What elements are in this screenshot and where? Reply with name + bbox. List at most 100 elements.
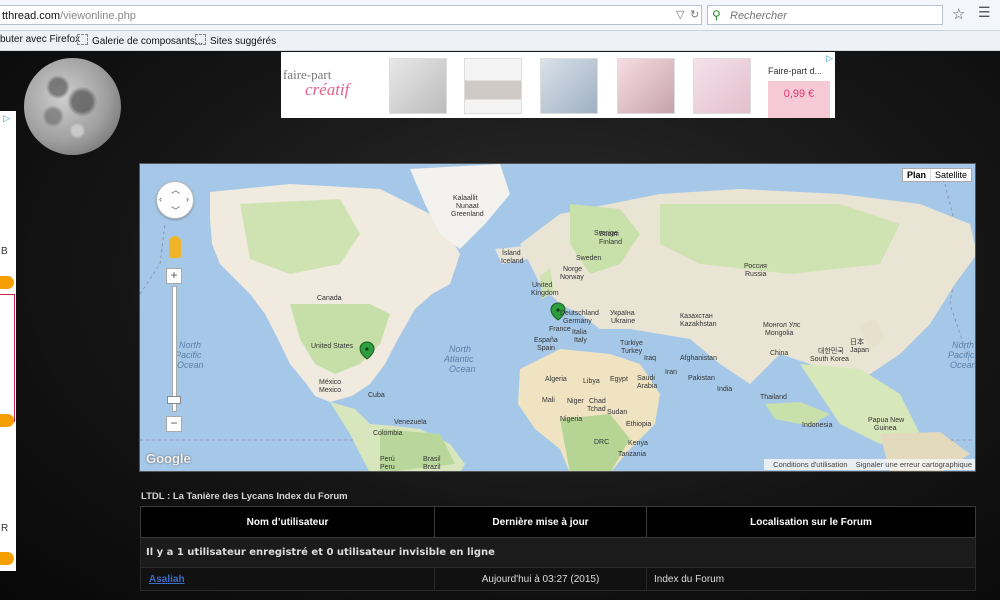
map-label: Thailand bbox=[760, 394, 787, 401]
map-label: Egypt bbox=[610, 376, 628, 383]
map-label: Turkey bbox=[621, 348, 643, 355]
map-label: Italy bbox=[574, 337, 587, 344]
left-ad-banner[interactable]: ▷ B R bbox=[0, 111, 16, 571]
map-label: España bbox=[534, 337, 558, 344]
map-label: Kenya bbox=[628, 440, 648, 447]
map-label: Venezuela bbox=[394, 419, 427, 426]
ad-thumbnail[interactable] bbox=[464, 58, 522, 114]
map-label: Libya bbox=[583, 378, 600, 385]
street-view-pegman-icon[interactable] bbox=[169, 236, 181, 258]
google-logo: Google bbox=[146, 451, 191, 466]
ad-thumbnail[interactable] bbox=[540, 58, 598, 114]
map-label: Mali bbox=[542, 397, 555, 404]
map-label: Cuba bbox=[368, 392, 385, 399]
last-update-cell: Aujourd'hui à 03:27 (2015) bbox=[434, 567, 647, 591]
ocean-label: North bbox=[449, 344, 471, 354]
chevron-up-icon[interactable]: ︿ bbox=[171, 183, 180, 196]
map-type-plan-button[interactable]: Plan bbox=[903, 169, 931, 181]
search-field[interactable]: ⚲ bbox=[707, 5, 943, 25]
map-label: Niger bbox=[567, 398, 584, 405]
menu-icon[interactable]: ☰ bbox=[978, 4, 991, 21]
bookmark-star-icon[interactable]: ☆ bbox=[952, 5, 965, 23]
map-label: Norge bbox=[563, 266, 582, 273]
map-label: Nigeria bbox=[560, 416, 582, 423]
map-label: Perú bbox=[380, 456, 395, 463]
search-input[interactable] bbox=[728, 7, 942, 25]
bookmark-folder-icon bbox=[195, 34, 206, 45]
map-label: Iraq bbox=[644, 355, 656, 362]
chevron-left-icon[interactable]: ‹ bbox=[159, 194, 162, 204]
map-type-satellite-button[interactable]: Satellite bbox=[931, 169, 971, 181]
zoom-track[interactable] bbox=[172, 286, 177, 412]
map-label: Türkiye bbox=[620, 340, 643, 347]
ad-logo-line2: créatif bbox=[305, 80, 350, 99]
user-link[interactable]: Asaliah bbox=[142, 574, 185, 585]
map-terms-link[interactable]: Conditions d'utilisation bbox=[773, 460, 847, 469]
zoom-in-button[interactable]: + bbox=[166, 268, 182, 284]
ocean-label: North bbox=[179, 340, 201, 350]
map-label: México bbox=[319, 379, 341, 386]
map-label: India bbox=[717, 386, 732, 393]
map-footer: Conditions d'utilisation Signaler une er… bbox=[764, 459, 975, 470]
map-label: Монгол Улс bbox=[763, 322, 801, 329]
bookmark-folder-icon bbox=[77, 34, 88, 45]
column-header-username: Nom d’utilisateur bbox=[140, 506, 435, 538]
ad-choices-icon[interactable]: ▷ bbox=[3, 113, 10, 124]
top-ad-banner[interactable]: faire-part créatif Faire-part d... 0,99 … bbox=[281, 52, 835, 118]
bookmark-sites[interactable]: Sites suggérés bbox=[195, 34, 276, 47]
ocean-label: North bbox=[952, 340, 974, 350]
map-label: Kalaallit bbox=[453, 195, 478, 202]
ocean-label: Ocean bbox=[950, 360, 976, 370]
map-label: Nunaat bbox=[456, 203, 479, 210]
map-label: South Korea bbox=[810, 356, 849, 363]
reload-icon[interactable]: ↻ bbox=[690, 5, 699, 25]
online-summary: Il y a 1 utilisateur enregistré et 0 uti… bbox=[140, 537, 976, 568]
left-ad-button[interactable] bbox=[0, 414, 14, 427]
map-label: Russia bbox=[745, 271, 767, 278]
zoom-slider[interactable]: + − bbox=[166, 268, 182, 434]
world-map[interactable]: Kalaallit Nunaat Greenland Sverige Suomi… bbox=[139, 163, 976, 472]
bookmark-label: Sites suggérés bbox=[210, 36, 277, 47]
ad-last-title: Faire-part d... bbox=[768, 66, 823, 76]
table-row: Asaliah Aujourd'hui à 03:27 (2015) Index… bbox=[140, 567, 976, 591]
zoom-handle[interactable] bbox=[167, 396, 181, 404]
map-label: Brasil bbox=[423, 456, 441, 463]
ad-choices-icon[interactable]: ▷ bbox=[826, 53, 833, 64]
left-ad-button[interactable] bbox=[0, 276, 14, 289]
map-label: Ukraine bbox=[611, 318, 635, 325]
map-label: Suomi bbox=[599, 231, 619, 238]
left-ad-text: B bbox=[1, 246, 8, 257]
dropdown-arrow-icon[interactable]: ▽ bbox=[676, 5, 684, 25]
map-label: Greenland bbox=[451, 211, 484, 218]
map-label: Pakistan bbox=[688, 375, 715, 382]
bookmark-getting-started[interactable]: buter avec Firefox bbox=[0, 34, 80, 45]
map-type-control: Plan Satellite bbox=[901, 168, 972, 182]
map-label: United bbox=[532, 282, 552, 289]
map-report-error-link[interactable]: Signaler une erreur cartographique bbox=[856, 460, 972, 469]
ocean-label: Ocean bbox=[449, 364, 476, 374]
breadcrumb[interactable]: LTDL : La Tanière des Lycans Index du Fo… bbox=[141, 491, 348, 502]
map-label: Mongolia bbox=[765, 330, 794, 337]
ad-thumbnail[interactable] bbox=[617, 58, 675, 114]
zoom-out-button[interactable]: − bbox=[166, 416, 182, 432]
map-label: Kingdom bbox=[531, 290, 559, 297]
left-ad-button[interactable] bbox=[0, 552, 14, 565]
ad-thumbnail[interactable] bbox=[389, 58, 447, 114]
map-label: Papua New bbox=[868, 417, 905, 424]
moon-image bbox=[24, 58, 121, 155]
bookmarks-bar: buter avec Firefox Galerie de composants… bbox=[0, 31, 1000, 51]
chevron-right-icon[interactable]: › bbox=[186, 194, 189, 204]
map-label: Canada bbox=[317, 295, 342, 302]
chevron-down-icon[interactable]: ﹀ bbox=[171, 204, 180, 217]
map-label: Norway bbox=[560, 274, 584, 281]
ad-last-item[interactable]: Faire-part d... 0,99 € bbox=[768, 66, 830, 118]
summary-row: Il y a 1 utilisateur enregistré et 0 uti… bbox=[140, 537, 976, 568]
map-label: Japan bbox=[850, 347, 869, 354]
ad-thumbnail[interactable] bbox=[693, 58, 751, 114]
url-field[interactable]: tthread.com/viewonline.php bbox=[0, 5, 702, 25]
pan-control[interactable]: ︿ ﹀ ‹ › bbox=[156, 181, 194, 219]
left-ad-text: R bbox=[1, 523, 9, 534]
table-header-row: Nom d’utilisateur Dernière mise à jour L… bbox=[140, 506, 976, 538]
map-label: Россия bbox=[744, 263, 767, 270]
bookmark-galerie[interactable]: Galerie de composants... bbox=[77, 34, 203, 47]
